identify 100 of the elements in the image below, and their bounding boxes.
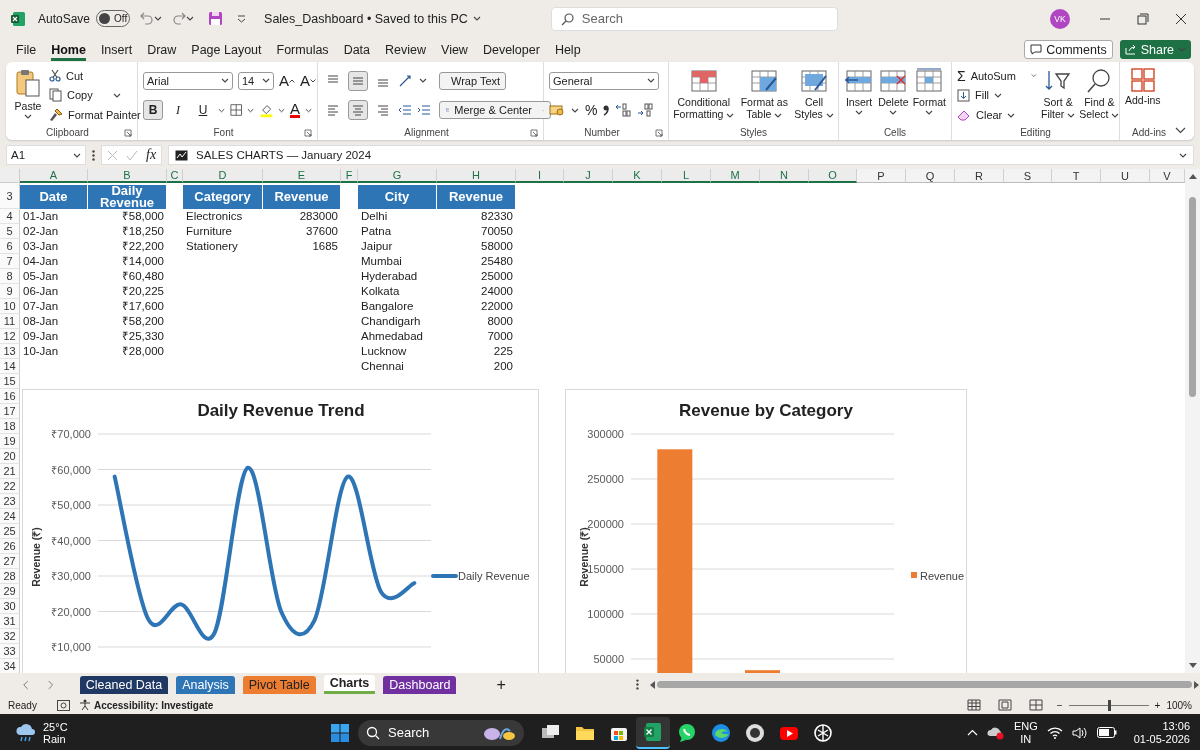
row-header[interactable]: 3 — [0, 183, 20, 209]
fill-button[interactable]: Fill — [957, 86, 1037, 105]
row-header[interactable]: 26 — [0, 539, 20, 554]
text-angle-icon[interactable] — [398, 73, 414, 88]
row-header[interactable]: 22 — [0, 479, 20, 494]
check-icon[interactable] — [126, 149, 138, 161]
row-header[interactable]: 27 — [0, 554, 20, 569]
column-header[interactable]: M — [711, 169, 760, 183]
dialog-launcher-icon[interactable] — [530, 128, 538, 137]
zoom-level[interactable]: 100% — [1166, 699, 1192, 711]
user-avatar[interactable]: VK — [1050, 8, 1070, 29]
row-header[interactable]: 6 — [0, 239, 20, 254]
sheet-tab[interactable]: Dashboard — [383, 675, 457, 694]
sheet-tab[interactable]: Analysis — [176, 675, 235, 694]
page-layout-icon[interactable] — [997, 699, 1012, 711]
redo-icon[interactable] — [172, 12, 187, 25]
row-header[interactable]: 31 — [0, 614, 20, 629]
scroll-down-icon[interactable] — [1188, 663, 1197, 669]
row-header[interactable]: 32 — [0, 629, 20, 644]
zoom-out-button[interactable]: − — [1056, 699, 1063, 711]
column-header[interactable]: E — [263, 169, 341, 183]
name-box[interactable]: A1 — [6, 145, 86, 165]
column-header[interactable]: D — [183, 169, 263, 183]
underline-button[interactable]: U — [193, 100, 213, 121]
row-header[interactable]: 34 — [0, 659, 20, 673]
vertical-align-button[interactable] — [348, 70, 368, 91]
column-header[interactable]: H — [437, 169, 516, 183]
row-header[interactable]: 12 — [0, 329, 20, 344]
column-header[interactable]: T — [1052, 169, 1101, 183]
percent-button[interactable]: % — [585, 102, 598, 119]
column-header[interactable]: U — [1101, 169, 1150, 183]
menu-tab[interactable]: Insert — [100, 38, 133, 61]
document-title[interactable]: Sales_Dashboard • Saved to this PC — [264, 11, 481, 26]
decrease-decimal-icon[interactable] — [637, 103, 654, 118]
normal-view-icon[interactable] — [966, 699, 981, 711]
increase-decimal-icon[interactable] — [615, 103, 632, 118]
format-cells-button[interactable]: Format — [912, 66, 946, 125]
autosum-button[interactable]: Σ AutoSum — [957, 66, 1037, 86]
start-grid-icon[interactable] — [330, 722, 350, 743]
row-header[interactable]: 29 — [0, 584, 20, 599]
row-header[interactable]: 19 — [0, 434, 20, 449]
find-select-button[interactable]: Find & Select — [1079, 66, 1120, 125]
column-header[interactable]: P — [857, 169, 906, 183]
column-header[interactable]: B — [88, 169, 167, 183]
cut-button[interactable]: Cut — [49, 66, 141, 86]
formula-field[interactable]: SALES CHARTS — January 2024 — [168, 145, 1194, 165]
column-header[interactable]: Q — [906, 169, 955, 183]
fill-bucket-icon[interactable] — [259, 102, 273, 118]
column-header[interactable]: V — [1150, 169, 1185, 183]
customize-toolbar-icon[interactable] — [237, 14, 247, 23]
row-header[interactable]: 23 — [0, 494, 20, 509]
sheet-tab[interactable]: Cleaned Data — [79, 675, 169, 694]
paste-button[interactable]: Paste — [11, 66, 45, 125]
row-header[interactable]: 20 — [0, 449, 20, 464]
search-field[interactable]: Search — [550, 6, 838, 31]
comments-button[interactable]: Comments — [1024, 40, 1113, 59]
merge-center-button[interactable]: Merge & Center — [439, 101, 551, 120]
indent-icon[interactable] — [417, 104, 431, 117]
scroll-right-icon[interactable] — [1194, 680, 1200, 689]
menu-tab[interactable]: Help — [554, 38, 581, 61]
more-options-icon[interactable] — [92, 149, 95, 161]
horizontal-align-button[interactable] — [348, 100, 368, 121]
weather-condition[interactable]: Rain — [43, 732, 68, 745]
undo-icon[interactable] — [140, 12, 155, 25]
row-header[interactable]: 15 — [0, 374, 20, 389]
comma-icon[interactable] — [603, 104, 610, 117]
menu-tab[interactable]: Page Layout — [191, 38, 262, 61]
row-header[interactable]: 28 — [0, 569, 20, 584]
chevron-up-icon[interactable] — [966, 729, 978, 736]
column-header[interactable]: G — [358, 169, 437, 183]
menu-tab[interactable]: Developer — [482, 38, 540, 61]
column-header[interactable]: F — [341, 169, 358, 183]
row-header[interactable]: 16 — [0, 389, 20, 404]
new-sheet-button[interactable]: + — [496, 675, 506, 694]
format-painter-button[interactable]: Format Painter — [49, 105, 141, 125]
macro-record-icon[interactable] — [56, 699, 70, 711]
row-header[interactable]: 11 — [0, 314, 20, 329]
more-options-icon[interactable] — [635, 679, 639, 690]
column-header[interactable]: C — [167, 169, 183, 183]
clock[interactable]: 13:06 01-05-2026 — [1133, 719, 1190, 746]
font-size-field[interactable]: 14 — [238, 71, 274, 90]
sort-filter-button[interactable]: Sort & Filter — [1041, 66, 1076, 125]
cloud-error-icon[interactable] — [986, 725, 1005, 740]
dialog-launcher-icon[interactable] — [124, 128, 132, 137]
italic-button[interactable]: I — [168, 100, 188, 121]
row-header[interactable]: 8 — [0, 269, 20, 284]
menu-tab[interactable]: Draw — [147, 38, 177, 61]
column-header[interactable]: I — [516, 169, 564, 183]
sheet-tab[interactable]: Charts — [323, 675, 376, 694]
column-header[interactable]: N — [760, 169, 809, 183]
row-header[interactable]: 24 — [0, 509, 20, 524]
insert-cells-button[interactable]: Insert — [844, 66, 875, 125]
row-header[interactable]: 7 — [0, 254, 20, 269]
column-header[interactable]: J — [564, 169, 613, 183]
borders-icon[interactable] — [230, 103, 243, 118]
insert-function-button[interactable]: fx — [146, 147, 157, 163]
menu-tab[interactable]: View — [441, 38, 468, 61]
grow-font-button[interactable]: A — [279, 72, 295, 90]
column-header[interactable]: K — [613, 169, 662, 183]
taskbar-app-button[interactable] — [636, 716, 670, 749]
